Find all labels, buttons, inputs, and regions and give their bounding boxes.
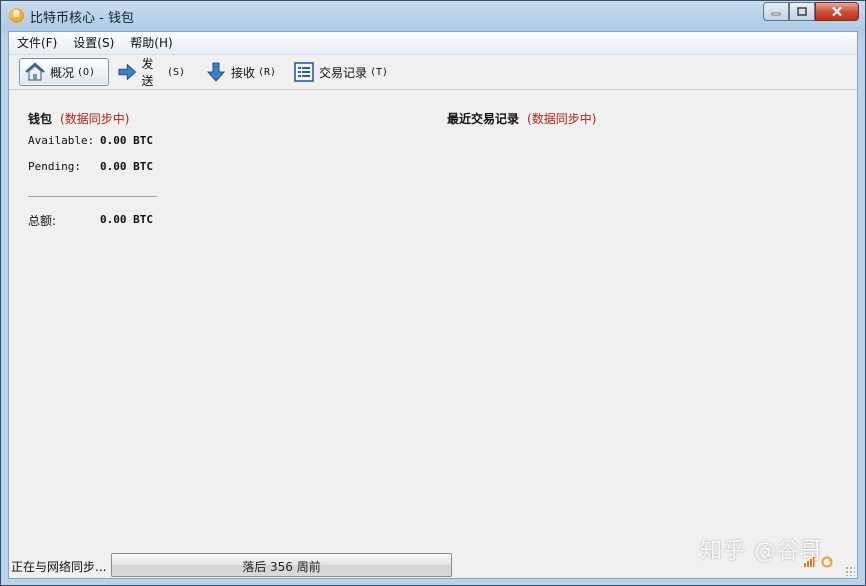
wallet-sync-status: (数据同步中) [60,112,130,126]
title-bar[interactable]: B 比特币核心 - 钱包 [1,1,865,31]
client-area: 文件(F) 设置(S) 帮助(H) 概况 (O) 发送 (S) 接收 (R) 交… [8,31,858,579]
menu-bar: 文件(F) 设置(S) 帮助(H) [9,32,857,55]
total-label: 总额: [28,214,57,228]
receive-label: 接收 [231,65,256,80]
pending-value: 0.00 BTC [100,160,153,173]
window-title: 比特币核心 - 钱包 [30,11,134,26]
send-button[interactable]: 发送 (S) [113,57,189,88]
transactions-label: 交易记录 [319,65,368,80]
recent-heading: 最近交易记录 (数据同步中) [447,110,596,127]
maximize-icon [797,7,807,16]
home-icon [25,62,45,81]
transactions-button[interactable]: 交易记录 (T) [289,58,395,86]
list-icon [294,62,314,82]
overview-label: 概况 [50,65,75,80]
send-shortcut: (S) [166,66,185,78]
minimize-icon [771,12,781,15]
wallet-title: 钱包 [28,112,53,126]
toolbar: 概况 (O) 发送 (S) 接收 (R) 交易记录 (T) [9,55,857,90]
receive-button[interactable]: 接收 (R) [201,58,281,86]
available-value: 0.00 BTC [100,134,153,147]
menu-help[interactable]: 帮助(H) [122,32,180,54]
receive-shortcut: (R) [258,66,277,78]
sync-progress-bar: 落后 356 周前 [111,553,452,577]
network-activity-icon [804,557,815,567]
bitcoin-logo-icon: B [9,8,24,23]
window-controls [763,2,859,22]
menu-file[interactable]: 文件(F) [9,32,65,54]
recent-title: 最近交易记录 [447,112,520,126]
arrow-down-icon [206,62,226,82]
sync-progress-text: 落后 356 周前 [242,560,321,574]
arrow-right-icon [118,63,137,81]
syncing-icon [821,556,833,568]
recent-sync-status: (数据同步中) [527,112,597,126]
resize-grip[interactable] [845,566,855,576]
overview-button[interactable]: 概况 (O) [19,58,109,86]
main-window: B 比特币核心 - 钱包 文件(F) 设置(S) 帮助(H) 概况 (O) 发送… [0,0,866,586]
minimize-button[interactable] [763,2,789,21]
send-label: 发送 [141,57,154,88]
maximize-button[interactable] [789,2,815,21]
available-label: Available: [28,134,95,147]
close-button[interactable] [815,2,859,21]
pending-label: Pending: [28,160,81,173]
total-value: 0.00 BTC [100,213,153,226]
menu-settings[interactable]: 设置(S) [65,32,122,54]
balance-divider [28,196,157,197]
overview-shortcut: (O) [77,66,96,78]
wallet-heading: 钱包 (数据同步中) [28,110,129,127]
sync-status-text: 正在与网络同步... [11,560,107,574]
transactions-shortcut: (T) [370,66,389,78]
close-icon [832,6,842,17]
